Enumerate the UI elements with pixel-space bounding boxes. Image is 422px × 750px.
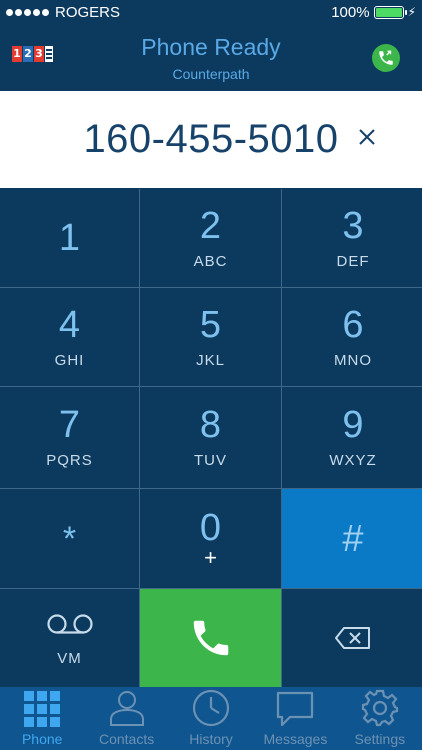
key-digit: 2: [199, 204, 222, 247]
voicemail-label: VM: [57, 650, 82, 667]
tab-phone[interactable]: Phone: [0, 687, 84, 750]
key-9[interactable]: 9 WXYZ: [282, 387, 422, 488]
key-digit: 3: [342, 204, 364, 247]
chat-bubble-icon: [276, 691, 314, 727]
key-digit: 9: [342, 404, 364, 446]
key-3[interactable]: 3 DEF: [282, 189, 422, 287]
tab-history[interactable]: History: [169, 687, 253, 750]
key-letters: ABC: [193, 252, 228, 270]
bolt-icon: ⚡: [407, 5, 416, 19]
backspace-icon: [334, 626, 372, 655]
key-letters: MNO: [334, 351, 372, 369]
battery-percent: 100%: [331, 3, 370, 21]
tab-settings[interactable]: Settings: [338, 687, 422, 750]
close-icon[interactable]: [356, 126, 378, 148]
key-letters: TUV: [194, 452, 227, 469]
gear-icon: [361, 689, 399, 727]
key-0[interactable]: 0 +: [140, 489, 281, 588]
phone-handset-icon: [188, 615, 234, 666]
tab-label: Settings: [354, 731, 406, 747]
tab-label: History: [189, 731, 233, 747]
key-plus: +: [204, 544, 217, 570]
key-digit: 6: [342, 303, 364, 346]
key-1[interactable]: 1: [0, 189, 139, 287]
page-subtitle: Counterpath: [172, 66, 250, 82]
key-hash[interactable]: #: [282, 489, 422, 588]
key-star[interactable]: *: [0, 489, 139, 588]
page-title: Phone Ready: [141, 34, 281, 60]
keypad-grid-icon: [23, 691, 61, 727]
key-5[interactable]: 5 JKL: [140, 288, 281, 386]
carrier-name: ROGERS: [55, 3, 121, 21]
key-digit: 4: [58, 303, 81, 346]
key-digit: 5: [199, 303, 222, 346]
tab-label: Contacts: [98, 731, 155, 747]
key-digit: 1: [58, 217, 81, 259]
key-letters: JKL: [196, 351, 225, 369]
signal-dots-icon: [6, 8, 49, 16]
key-4[interactable]: 4 GHI: [0, 288, 139, 386]
tab-label: Messages: [263, 731, 328, 747]
tab-bar: Phone Contacts History Messages Settings: [0, 687, 422, 750]
dialed-number: 160-455-5010: [83, 117, 339, 161]
key-digit: #: [342, 517, 364, 560]
tab-contacts[interactable]: Contacts: [84, 687, 168, 750]
phone-ready-icon[interactable]: [372, 44, 400, 72]
key-2[interactable]: 2 ABC: [140, 189, 281, 287]
key-digit: *: [62, 519, 77, 558]
key-digit: 0: [199, 506, 222, 549]
battery-icon: [373, 5, 407, 19]
status-left: ROGERS: [6, 4, 120, 21]
key-8[interactable]: 8 TUV: [140, 387, 281, 488]
key-digit: 8: [199, 404, 222, 446]
clock-icon: [192, 689, 230, 727]
person-icon: [108, 689, 146, 727]
status-right: 100% ⚡: [331, 4, 416, 21]
key-6[interactable]: 6 MNO: [282, 288, 422, 386]
tab-label: Phone: [21, 731, 63, 747]
voicemail-button[interactable]: VM: [0, 589, 139, 691]
key-letters: PQRS: [46, 452, 93, 469]
keypad: 1 2 ABC 3 DEF 4 GHI 5 JKL 6 MNO 7 PQRS 8…: [0, 189, 422, 691]
number-display: 160-455-5010: [0, 91, 422, 188]
key-letters: GHI: [54, 351, 85, 369]
status-bar: ROGERS 100% ⚡: [0, 0, 422, 24]
key-digit: 7: [58, 404, 81, 446]
voicemail-icon: [46, 613, 94, 640]
header: 1 2 3 Phone Ready Counterpath: [0, 24, 422, 91]
call-button[interactable]: [140, 589, 281, 691]
key-letters: WXYZ: [329, 452, 377, 469]
backspace-button[interactable]: [282, 589, 422, 691]
key-letters: DEF: [336, 252, 370, 270]
key-7[interactable]: 7 PQRS: [0, 387, 139, 488]
tab-messages[interactable]: Messages: [253, 687, 337, 750]
